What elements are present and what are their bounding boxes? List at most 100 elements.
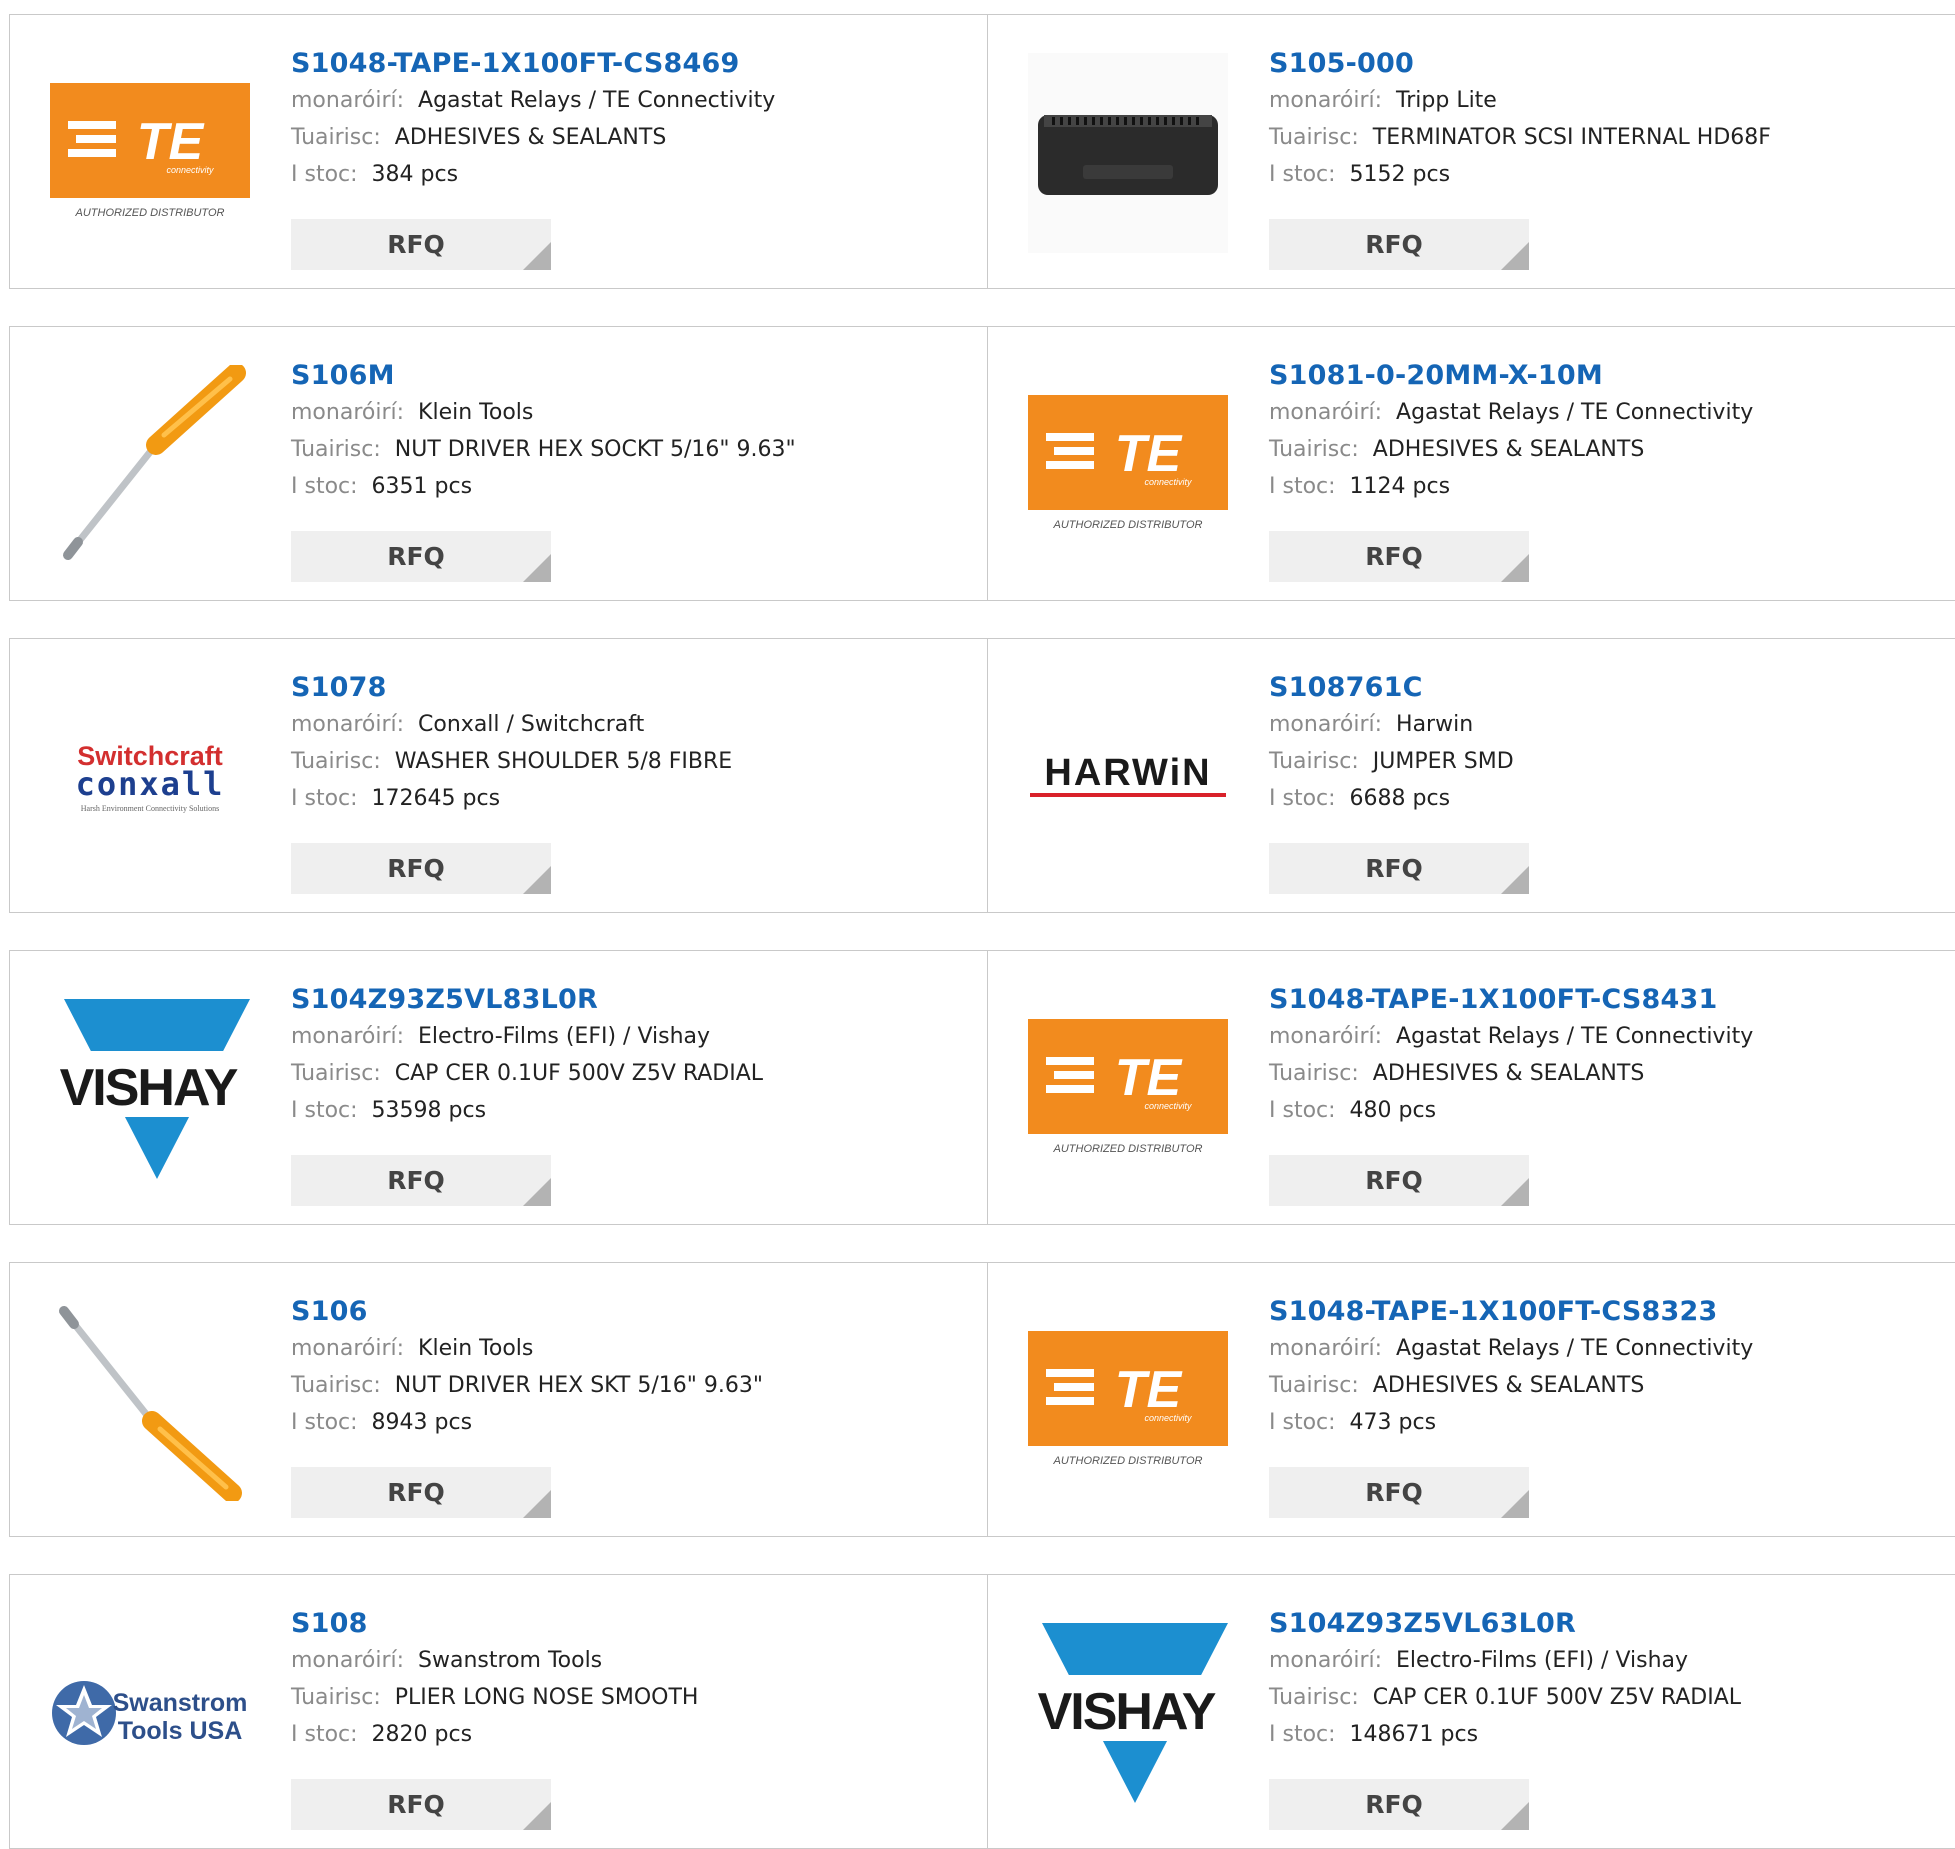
rfq-label: RFQ [387,230,445,259]
description-value: PLIER LONG NOSE SMOOTH [394,1685,699,1710]
description-label: Tuairisc: [1269,1373,1359,1398]
manufacturer-label: monaróirí: [1269,88,1383,113]
description-label: Tuairisc: [291,1685,381,1710]
manufacturer-value: Swanstrom Tools [418,1648,603,1673]
product-grid: TE connectivity AUTHORIZED DISTRIBUTOR S… [0,0,1955,1849]
stock-value: 148671 pcs [1349,1722,1479,1747]
product-info: S1078 monaróirí: Conxall / Switchcraft Tu… [291,670,978,817]
svg-text:VISHAY: VISHAY [1038,1683,1216,1741]
description-label: Tuairisc: [291,1373,381,1398]
rfq-label: RFQ [1365,1790,1423,1819]
part-number-link[interactable]: S1078 [291,670,978,706]
manufacturer-row: monaróirí: Klein Tools [291,394,978,431]
product-card: TE connectivity AUTHORIZED DISTRIBUTOR S… [987,1262,1955,1537]
product-card: TE connectivity AUTHORIZED DISTRIBUTOR S… [987,950,1955,1225]
rfq-button[interactable]: RFQ [291,843,551,894]
te-connectivity-logo: TE connectivity AUTHORIZED DISTRIBUTOR [1028,1301,1228,1501]
rfq-button[interactable]: RFQ [1269,843,1529,894]
part-number-link[interactable]: S108 [291,1606,978,1642]
rfq-button[interactable]: RFQ [291,219,551,270]
product-info: S1048-TAPE-1X100FT-CS8323 monaróirí: Agas… [1269,1294,1955,1441]
description-row: Tuairisc: ADHESIVES & SEALANTS [291,119,978,156]
description-value: CAP CER 0.1UF 500V Z5V RADIAL [1372,1685,1742,1710]
stock-label: I stoc: [291,1098,358,1123]
rfq-button[interactable]: RFQ [291,1467,551,1518]
stock-label: I stoc: [1269,1098,1336,1123]
te-connectivity-logo: TE connectivity AUTHORIZED DISTRIBUTOR [50,53,250,253]
stock-row: I stoc: 1124 pcs [1269,468,1955,505]
stock-label: I stoc: [291,1722,358,1747]
svg-text:TE: TE [1115,1361,1183,1419]
manufacturer-row: monaróirí: Agastat Relays / TE Connectivi… [1269,1018,1955,1055]
vishay-logo: VISHAY [50,989,250,1189]
part-number-link[interactable]: S104Z93Z5VL63L0R [1269,1606,1955,1642]
manufacturer-row: monaróirí: Tripp Lite [1269,82,1955,119]
manufacturer-label: monaróirí: [291,400,405,425]
part-number-link[interactable]: S1048-TAPE-1X100FT-CS8469 [291,46,978,82]
rfq-button[interactable]: RFQ [1269,1467,1529,1518]
manufacturer-row: monaróirí: Electro-Films (EFI) / Vishay [291,1018,978,1055]
description-value: ADHESIVES & SEALANTS [394,125,667,150]
product-info: S108 monaróirí: Swanstrom Tools Tuairisc:… [291,1606,978,1753]
part-number-link[interactable]: S106 [291,1294,978,1330]
stock-row: I stoc: 6351 pcs [291,468,978,505]
product-info: S104Z93Z5VL83L0R monaróirí: Electro-Films… [291,982,978,1129]
manufacturer-row: monaróirí: Harwin [1269,706,1955,743]
product-card: VISHAY S104Z93Z5VL63L0R monaróirí: Electr… [987,1574,1955,1849]
manufacturer-value: Electro-Films (EFI) / Vishay [418,1024,711,1049]
rfq-label: RFQ [1365,854,1423,883]
manufacturer-row: monaróirí: Electro-Films (EFI) / Vishay [1269,1642,1955,1679]
rfq-button[interactable]: RFQ [1269,219,1529,270]
stock-value: 8943 pcs [371,1410,473,1435]
rfq-label: RFQ [1365,542,1423,571]
part-number-link[interactable]: S1048-TAPE-1X100FT-CS8323 [1269,1294,1955,1330]
rfq-button[interactable]: RFQ [291,1155,551,1206]
description-label: Tuairisc: [291,125,381,150]
part-number-link[interactable]: S104Z93Z5VL83L0R [291,982,978,1018]
description-value: WASHER SHOULDER 5/8 FIBRE [394,749,733,774]
rfq-button[interactable]: RFQ [291,1779,551,1830]
description-label: Tuairisc: [1269,1685,1359,1710]
nut-driver-photo [50,365,250,565]
description-label: Tuairisc: [1269,437,1359,462]
stock-value: 6351 pcs [371,474,473,499]
rfq-button[interactable]: RFQ [291,531,551,582]
manufacturer-value: Klein Tools [418,400,534,425]
part-number-link[interactable]: S105-000 [1269,46,1955,82]
part-number-link[interactable]: S1048-TAPE-1X100FT-CS8431 [1269,982,1955,1018]
corner-decoration [523,1178,551,1206]
stock-row: I stoc: 384 pcs [291,156,978,193]
product-card: TE connectivity AUTHORIZED DISTRIBUTOR S… [9,14,989,289]
stock-label: I stoc: [1269,1722,1336,1747]
svg-text:TE: TE [1115,1049,1183,1107]
rfq-label: RFQ [1365,1478,1423,1507]
description-row: Tuairisc: TERMINATOR SCSI INTERNAL HD68F [1269,119,1955,156]
manufacturer-row: monaróirí: Agastat Relays / TE Connectivi… [1269,394,1955,431]
svg-text:AUTHORIZED DISTRIBUTOR: AUTHORIZED DISTRIBUTOR [75,207,225,219]
manufacturer-value: Agastat Relays / TE Connectivity [1396,400,1754,425]
corner-decoration [523,242,551,270]
manufacturer-row: monaróirí: Klein Tools [291,1330,978,1367]
corner-decoration [523,866,551,894]
stock-value: 2820 pcs [371,1722,473,1747]
rfq-button[interactable]: RFQ [1269,531,1529,582]
part-number-link[interactable]: S106M [291,358,978,394]
product-card: S105-000 monaróirí: Tripp Lite Tuairisc: T… [987,14,1955,289]
manufacturer-label: monaróirí: [1269,1336,1383,1361]
vishay-logo: VISHAY [1028,1613,1228,1813]
part-number-link[interactable]: S108761C [1269,670,1955,706]
rfq-button[interactable]: RFQ [1269,1779,1529,1830]
description-row: Tuairisc: WASHER SHOULDER 5/8 FIBRE [291,743,978,780]
product-info: S108761C monaróirí: Harwin Tuairisc: JUMPE… [1269,670,1955,817]
stock-label: I stoc: [291,786,358,811]
svg-text:AUTHORIZED DISTRIBUTOR: AUTHORIZED DISTRIBUTOR [1053,519,1203,531]
manufacturer-value: Harwin [1396,712,1474,737]
part-number-link[interactable]: S1081-0-20MM-X-10M [1269,358,1955,394]
description-value: NUT DRIVER HEX SOCKT 5/16" 9.63" [394,437,796,462]
svg-text:HARWiN: HARWiN [1044,752,1211,794]
svg-text:Harsh Environment Connectivity: Harsh Environment Connectivity Solutions [81,804,219,813]
description-row: Tuairisc: NUT DRIVER HEX SOCKT 5/16" 9.63… [291,431,978,468]
description-row: Tuairisc: CAP CER 0.1UF 500V Z5V RADIAL [291,1055,978,1092]
corner-decoration [1501,554,1529,582]
rfq-button[interactable]: RFQ [1269,1155,1529,1206]
